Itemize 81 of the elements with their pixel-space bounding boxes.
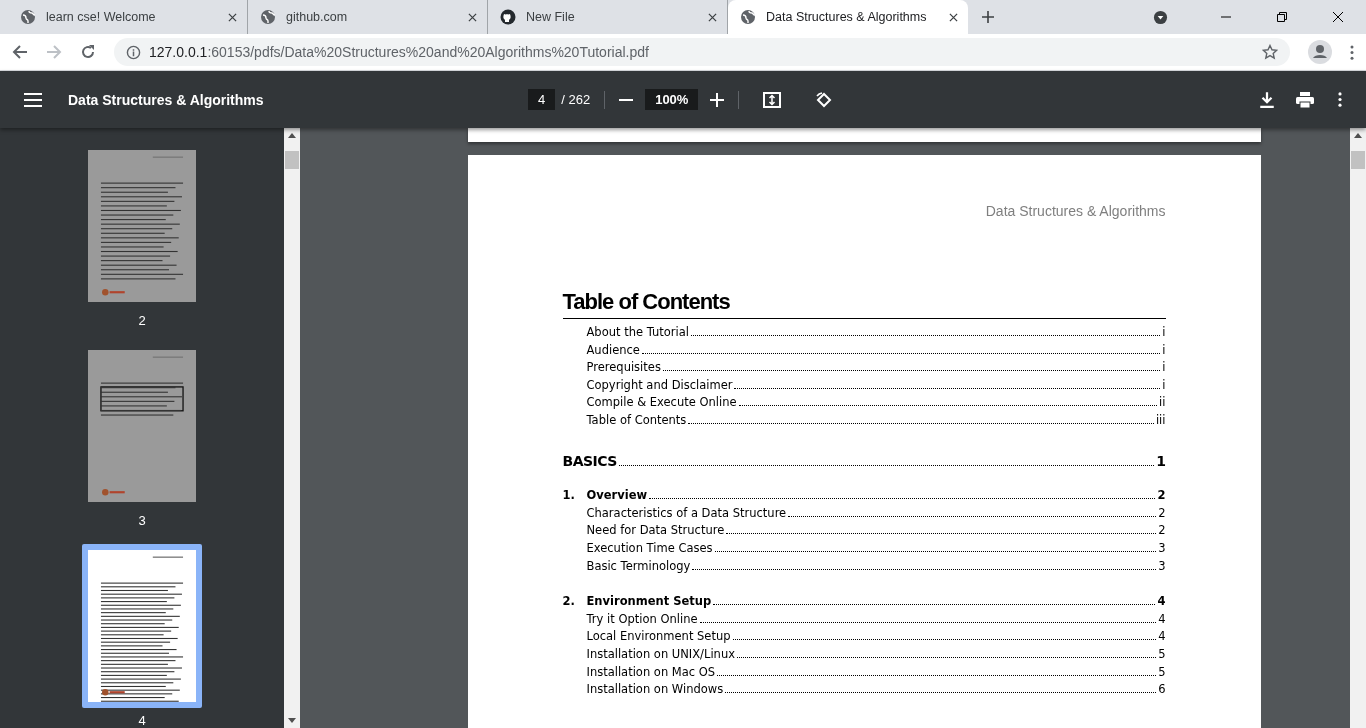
dropdown-icon[interactable]: [1153, 9, 1168, 25]
toc-entry[interactable]: Installation on UNIX/Linux: [586, 646, 735, 661]
toc-entry[interactable]: Overview: [586, 488, 648, 503]
page-count: / 262: [561, 92, 591, 107]
scrollbar[interactable]: [284, 128, 300, 728]
toc-entry[interactable]: Prerequisites: [586, 360, 661, 375]
toc-page-number: i: [1162, 377, 1166, 392]
close-icon[interactable]: [1333, 12, 1343, 22]
close-icon[interactable]: [228, 12, 237, 22]
scrollbar[interactable]: [1350, 128, 1366, 728]
address-field[interactable]: 127.0.0.1:60153/pdfs/Data%20Structures%20and%20Algorithms%20Tutorial.pdf: [114, 38, 1290, 66]
toc-page-number: 2: [1157, 488, 1166, 503]
toc-page-number: 5: [1158, 646, 1166, 661]
scroll-up-icon[interactable]: [1354, 133, 1362, 138]
toc-page-number: ii: [1159, 395, 1166, 410]
document-title: Data Structures & Algorithms: [68, 91, 265, 108]
page-number: 4: [138, 713, 146, 728]
restore-icon[interactable]: [1277, 12, 1287, 22]
toc-entry[interactable]: Local Environment Setup: [586, 629, 731, 644]
toc-entry[interactable]: Installation on Windows: [586, 682, 724, 697]
close-icon[interactable]: [949, 12, 958, 22]
toc-entry[interactable]: Audience: [586, 342, 640, 357]
browser-tab[interactable]: Data Structures & Algorithms: [728, 0, 968, 34]
toc-page-number: 3: [1158, 540, 1166, 555]
rotate-icon[interactable]: [815, 90, 834, 109]
scroll-down-icon[interactable]: [288, 718, 296, 723]
toc-page-number: 2: [1158, 505, 1166, 520]
toc-entry[interactable]: Characteristics of a Data Structure: [586, 505, 787, 520]
back-icon[interactable]: [12, 44, 28, 60]
print-icon[interactable]: [1296, 90, 1314, 109]
download-icon[interactable]: [1258, 90, 1276, 109]
zoom-field[interactable]: 100%: [645, 89, 699, 110]
more-icon[interactable]: [1338, 92, 1342, 107]
reload-icon[interactable]: [80, 44, 96, 60]
scroll-thumb[interactable]: [1351, 151, 1365, 169]
scroll-thumb[interactable]: [285, 151, 299, 169]
toc-entry[interactable]: Execution Time Cases: [586, 540, 713, 555]
toc-entry[interactable]: Copyright and Disclaimer: [586, 377, 733, 392]
bookmark-star-icon[interactable]: [1262, 44, 1278, 60]
toc-page-number: 6: [1158, 682, 1166, 697]
toc-page-number: i: [1162, 342, 1166, 357]
globe-icon: [260, 9, 276, 25]
zoom-in-icon[interactable]: [710, 92, 725, 107]
toc-page-number: i: [1162, 360, 1166, 375]
menu-icon[interactable]: [24, 92, 42, 107]
page-number: 2: [138, 313, 146, 328]
toc-page-number: i: [1162, 325, 1166, 339]
page-thumbnail[interactable]: [82, 544, 202, 708]
close-icon[interactable]: [708, 12, 717, 22]
scroll-up-icon[interactable]: [288, 133, 296, 138]
globe-icon: [740, 9, 756, 25]
toc-page-number: 5: [1158, 664, 1166, 679]
more-icon[interactable]: [1350, 44, 1354, 60]
chapter-number: 1.: [562, 488, 576, 503]
toc-page-number: 2: [1158, 523, 1166, 538]
running-header: Data Structures & Algorithms: [984, 203, 1166, 219]
close-icon[interactable]: [468, 12, 477, 22]
toc-page-number: iii: [1155, 412, 1166, 427]
chapter-number: 2.: [562, 594, 576, 609]
toc-entry[interactable]: Try it Option Online: [586, 611, 698, 626]
page-number: 3: [138, 513, 146, 528]
toc-entry[interactable]: About the Tutorial: [586, 325, 689, 339]
toc-page-number: 4: [1158, 611, 1166, 626]
toc-entry[interactable]: Environment Setup: [586, 594, 712, 609]
new-tab-icon[interactable]: [982, 11, 994, 23]
toc-page-number: 3: [1158, 558, 1166, 573]
toc-entry[interactable]: Basic Terminology: [586, 558, 691, 573]
toc-heading: Table of Contents: [562, 289, 1166, 319]
toc-entry[interactable]: Need for Data Structure: [586, 523, 725, 538]
toc-entry[interactable]: Table of Contents: [586, 412, 687, 427]
page-number-field[interactable]: 4: [528, 89, 556, 110]
toc-entry[interactable]: Installation on Mac OS: [586, 664, 716, 679]
toc-page-number: 4: [1157, 594, 1166, 609]
toc-page-number: 4: [1158, 629, 1166, 644]
globe-icon: [20, 9, 36, 25]
toc-entry[interactable]: Compile & Execute Online: [586, 395, 737, 410]
toc-page-number: 1: [1156, 452, 1166, 469]
fit-page-icon[interactable]: [763, 90, 782, 109]
profile-icon[interactable]: [1308, 40, 1332, 64]
toc-entry[interactable]: BASICS: [562, 452, 617, 469]
info-icon: [126, 44, 141, 60]
